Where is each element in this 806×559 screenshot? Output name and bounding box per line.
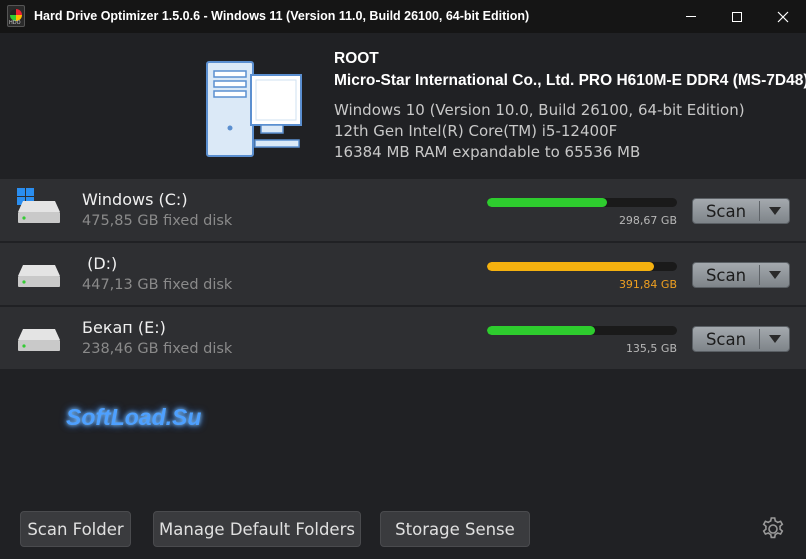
scan-button-label[interactable]: Scan — [693, 330, 759, 349]
maximize-icon — [732, 11, 742, 22]
scan-button-label[interactable]: Scan — [693, 202, 759, 221]
drive-row[interactable]: Бекап (E:) 238,46 GB fixed disk 135,5 GB… — [0, 307, 806, 369]
computer-name: ROOT — [334, 50, 379, 67]
os-info: Windows 10 (Version 10.0, Build 26100, 6… — [334, 101, 745, 119]
drive-row[interactable]: (D:) 447,13 GB fixed disk 391,84 GB Scan — [0, 243, 806, 305]
scan-folder-button[interactable]: Scan Folder — [20, 511, 131, 547]
usage-bar-fill — [487, 198, 607, 207]
system-info: ROOT Micro-Star International Co., Ltd. … — [334, 48, 806, 163]
hard-drive-icon — [18, 329, 60, 351]
motherboard-model: Micro-Star International Co., Ltd. PRO H… — [334, 72, 806, 89]
maximize-button[interactable] — [714, 0, 760, 33]
usage-bar-fill — [487, 326, 596, 335]
drive-description: 238,46 GB fixed disk — [82, 341, 233, 357]
usage-bar — [487, 326, 677, 335]
usage-bar-fill — [487, 262, 655, 271]
chevron-down-icon — [768, 335, 781, 343]
app-icon: HDO — [7, 5, 25, 27]
storage-sense-button[interactable]: Storage Sense — [380, 511, 530, 547]
free-space: 391,84 GB — [618, 278, 677, 291]
drive-description: 447,13 GB fixed disk — [82, 277, 233, 293]
close-button[interactable] — [760, 0, 806, 33]
minimize-button[interactable] — [668, 0, 714, 33]
scan-dropdown[interactable] — [760, 207, 789, 215]
scan-button-label[interactable]: Scan — [693, 266, 759, 285]
window-title: Hard Drive Optimizer 1.5.0.6 - Windows 1… — [34, 9, 530, 23]
title-bar[interactable]: HDO Hard Drive Optimizer 1.5.0.6 - Windo… — [0, 0, 806, 33]
gear-icon[interactable] — [760, 516, 786, 542]
drive-name: Бекап (E:) — [82, 318, 166, 337]
minimize-icon — [686, 16, 696, 17]
scan-dropdown[interactable] — [760, 271, 789, 279]
scan-dropdown[interactable] — [760, 335, 789, 343]
drive-row[interactable]: Windows (C:) 475,85 GB fixed disk 298,67… — [0, 179, 806, 241]
computer-icon — [206, 61, 302, 157]
watermark: SoftLoad.Su — [66, 404, 202, 430]
scan-button[interactable]: Scan — [692, 326, 790, 352]
hard-drive-icon — [18, 201, 60, 223]
ram-info: 16384 MB RAM expandable to 65536 MB — [334, 143, 641, 161]
free-space: 298,67 GB — [618, 214, 677, 227]
hard-drive-icon — [18, 265, 60, 287]
close-icon — [777, 11, 789, 22]
chevron-down-icon — [768, 271, 781, 279]
chevron-down-icon — [768, 207, 781, 215]
usage-bar — [487, 262, 677, 271]
drive-description: 475,85 GB fixed disk — [82, 213, 233, 229]
drive-name: Windows (C:) — [82, 190, 188, 209]
free-space: 135,5 GB — [625, 342, 677, 355]
cpu-info: 12th Gen Intel(R) Core(TM) i5-12400F — [334, 122, 618, 140]
manage-default-folders-button[interactable]: Manage Default Folders — [153, 511, 361, 547]
scan-button[interactable]: Scan — [692, 198, 790, 224]
scan-button[interactable]: Scan — [692, 262, 790, 288]
usage-bar — [487, 198, 677, 207]
drive-name: (D:) — [82, 254, 118, 273]
